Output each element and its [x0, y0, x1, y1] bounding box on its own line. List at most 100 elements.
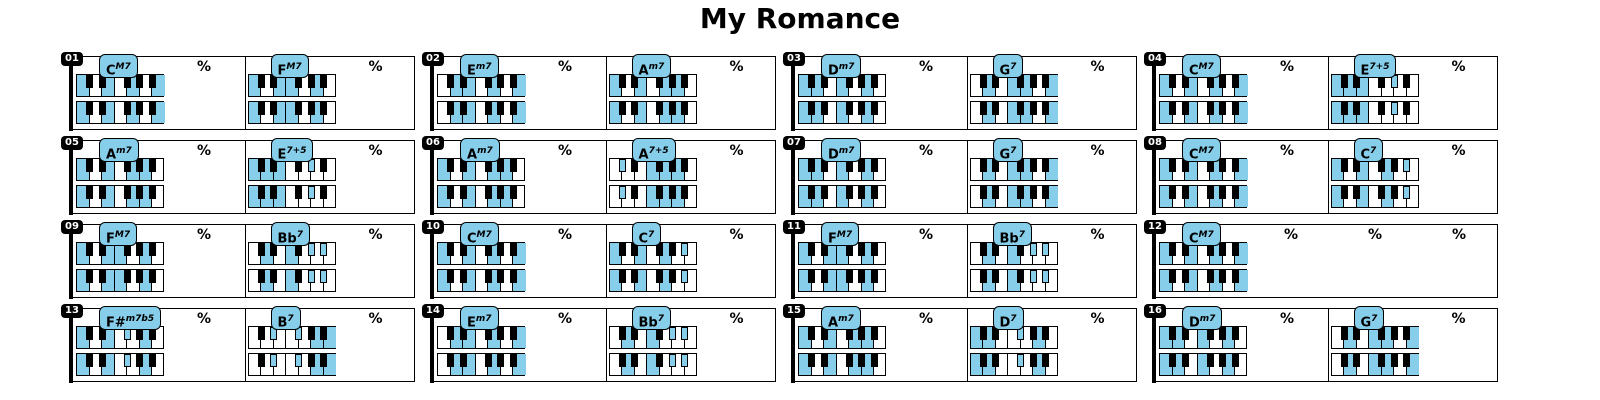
repeat-mark: % — [1280, 311, 1295, 327]
chord-symbol[interactable]: G7 — [992, 138, 1024, 162]
measure-box: 05 Am7% E7+5% — [61, 136, 415, 215]
piano-keyboard — [1159, 185, 1248, 208]
black-key — [509, 270, 517, 283]
measure-box: 09 FM7% Bb7% — [61, 220, 415, 299]
measure-box: 16 Dm7% G7% — [1144, 304, 1498, 383]
chord-symbol[interactable]: Bb7 — [992, 222, 1032, 247]
barline — [791, 55, 795, 131]
black-key — [497, 75, 505, 88]
black-key — [858, 354, 866, 367]
chord-symbol[interactable]: Em7 — [460, 54, 499, 78]
black-key — [979, 102, 987, 115]
chord-symbol[interactable]: G7 — [992, 54, 1024, 78]
black-key — [992, 102, 1000, 115]
black-key — [1219, 354, 1227, 367]
chord-symbol[interactable]: Am7 — [631, 54, 672, 79]
black-key — [1042, 354, 1050, 367]
black-key — [1029, 354, 1037, 367]
barline — [430, 223, 434, 299]
chord-root: F# — [106, 315, 126, 331]
black-key — [1340, 354, 1348, 367]
black-key — [295, 186, 303, 199]
black-key — [668, 270, 676, 283]
black-key — [295, 102, 303, 115]
black-key — [979, 327, 987, 340]
black-key — [681, 354, 689, 367]
black-key — [858, 75, 866, 88]
black-key — [858, 102, 866, 115]
black-key — [1231, 327, 1239, 340]
repeat-mark: % — [558, 227, 573, 243]
chord-symbol[interactable]: F#m7b5 — [99, 306, 162, 331]
chord-symbol[interactable]: FM7 — [270, 54, 309, 78]
black-key — [509, 243, 517, 256]
black-key — [1231, 102, 1239, 115]
chord-symbol[interactable]: CM7 — [1182, 138, 1221, 162]
chord-symbol[interactable]: CM7 — [1182, 54, 1221, 78]
chord-quality: m7 — [116, 146, 132, 156]
chord-symbol[interactable]: CM7 — [99, 54, 138, 78]
black-key — [1017, 186, 1025, 199]
chord-symbol[interactable]: G7 — [1353, 306, 1385, 330]
measure-box: 11 FM7% Bb7% — [783, 220, 1137, 299]
chord-symbol[interactable]: D7 — [992, 306, 1024, 330]
chord-quality: 7 — [1010, 314, 1017, 324]
black-key — [148, 75, 156, 88]
black-key — [845, 270, 853, 283]
repeat-mark: % — [1284, 227, 1299, 243]
chord-root: A — [638, 63, 649, 79]
chord-root: Bb — [999, 231, 1019, 247]
black-key — [320, 270, 328, 283]
chord-symbol[interactable]: Bb7 — [631, 306, 671, 330]
chord-quality: m7b5 — [125, 314, 155, 324]
black-key — [808, 327, 816, 340]
repeat-mark: % — [1451, 311, 1466, 327]
chord-root: E — [467, 63, 476, 79]
repeat-mark: % — [1280, 143, 1295, 159]
chord-symbol[interactable]: E7+5 — [270, 138, 314, 162]
measure-number: 07 — [783, 136, 805, 150]
measure-box: 12 CM7%%% — [1144, 220, 1498, 299]
chord-symbol[interactable]: Am7 — [99, 138, 139, 162]
black-key — [858, 159, 866, 172]
chord-symbol[interactable]: E7+5 — [1353, 54, 1397, 78]
chord-symbol[interactable]: Am7 — [460, 138, 500, 162]
black-key — [484, 354, 492, 367]
chord-symbol[interactable]: FM7 — [99, 222, 138, 246]
chord-symbol[interactable]: Dm7 — [821, 138, 862, 162]
repeat-mark: % — [729, 59, 744, 75]
repeat-mark: % — [919, 59, 934, 75]
black-key — [509, 327, 517, 340]
piano-keyboard — [437, 101, 526, 124]
chord-symbol[interactable]: CM7 — [460, 222, 499, 246]
chord-symbol[interactable]: Bb7 — [270, 222, 310, 246]
black-key — [1017, 270, 1025, 283]
black-key — [870, 270, 878, 283]
black-key — [1231, 186, 1239, 199]
chord-root: C — [467, 231, 477, 247]
chord-quality: M7 — [1198, 146, 1214, 156]
chord-symbol[interactable]: C7 — [631, 222, 662, 246]
chord-symbol[interactable]: B7 — [270, 306, 301, 330]
repeat-mark: % — [1090, 311, 1105, 327]
black-key — [307, 75, 315, 88]
chord-symbol[interactable]: Am7 — [821, 306, 861, 330]
black-key — [1029, 159, 1037, 172]
chord-symbol[interactable]: CM7 — [1182, 222, 1221, 246]
repeat-mark: % — [368, 143, 383, 159]
chord-symbol[interactable]: Em7 — [460, 306, 499, 330]
piano-keyboard — [1159, 269, 1248, 292]
black-key — [858, 243, 866, 256]
piano-keyboard — [76, 185, 164, 208]
black-key — [270, 270, 278, 283]
chord-symbol[interactable]: FM7 — [821, 222, 860, 246]
chord-symbol[interactable]: A7+5 — [631, 138, 676, 162]
chord-symbol[interactable]: Dm7 — [1182, 306, 1223, 330]
black-key — [148, 354, 156, 367]
chord-symbol[interactable]: C7 — [1353, 138, 1384, 162]
black-key — [668, 186, 676, 199]
chord-symbol[interactable]: Dm7 — [821, 54, 862, 78]
piano-keyboard — [247, 353, 337, 376]
black-key — [681, 102, 689, 115]
measure-box: 13 F#m7b5% B7% — [61, 304, 415, 383]
